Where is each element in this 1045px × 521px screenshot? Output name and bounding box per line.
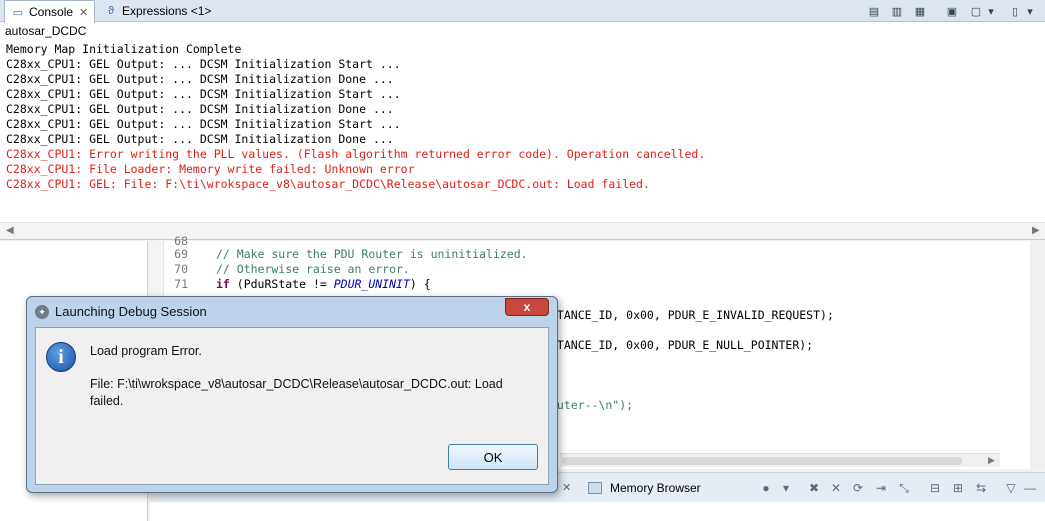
console-tab-bar: ▭ Console ✕ ϑ Expressions <1> ▤ ▥ ▦ ▣ ▢ …	[0, 0, 1045, 23]
tab-expressions-label: Expressions <1>	[122, 4, 212, 18]
line-number: 70	[174, 262, 188, 276]
close-icon[interactable]: ✕	[79, 6, 88, 19]
console-line: C28xx_CPU1: GEL Output: ... DCSM Initial…	[6, 102, 394, 116]
code-fragment: STANCE_ID, 0x00, PDUR_E_INVALID_REQUEST)…	[550, 308, 834, 322]
dialog-title: Launching Debug Session	[55, 304, 207, 319]
code-fragment: outer--\n");	[550, 398, 634, 412]
scroll-right-icon[interactable]: ▶	[1032, 225, 1040, 236]
scroll-lock-icon[interactable]: ▥	[888, 3, 906, 19]
console-line: C28xx_CPU1: GEL Output: ... DCSM Initial…	[6, 87, 401, 101]
close-button[interactable]: x	[505, 298, 549, 316]
code-token: if	[216, 277, 230, 291]
tab-console-label: Console	[29, 5, 74, 19]
console-line: C28xx_CPU1: GEL Output: ... DCSM Initial…	[6, 72, 394, 86]
memory-browser-icon	[588, 482, 602, 494]
scrollbar-thumb[interactable]	[562, 457, 962, 465]
memory-browser-content	[150, 502, 1045, 521]
editor-vertical-scrollbar[interactable]	[1030, 241, 1045, 469]
line-number: 71	[174, 277, 188, 291]
code-token: // Otherwise raise an error.	[216, 262, 410, 276]
ok-button[interactable]: OK	[448, 444, 538, 470]
code-line: // Otherwise raise an error.	[216, 262, 410, 276]
remove-all-icon[interactable]: ✕	[827, 479, 845, 497]
tab-console[interactable]: ▭ Console ✕	[4, 0, 96, 23]
editor-horizontal-scrollbar[interactable]: ▶	[560, 453, 1000, 467]
dialog-detail: File: F:\ti\wrokspace_v8\autosar_DCDC\Re…	[90, 377, 503, 408]
tab-expressions[interactable]: ϑ Expressions <1>	[98, 0, 217, 22]
expressions-icon: ϑ	[107, 5, 114, 17]
console-view: ▭ Console ✕ ϑ Expressions <1> ▤ ▥ ▦ ▣ ▢ …	[0, 0, 1045, 240]
view-menu-icon[interactable]: ▽	[1002, 479, 1020, 497]
word-wrap-icon[interactable]: ▦	[911, 3, 929, 19]
dialog-message: Load program Error.	[90, 344, 202, 358]
console-line: C28xx_CPU1: GEL Output: ... DCSM Initial…	[6, 132, 394, 146]
new-monitor-icon[interactable]: ●	[757, 479, 775, 497]
console-line: Memory Map Initialization Complete	[6, 42, 242, 56]
clear-console-icon[interactable]: ▤	[865, 3, 883, 19]
console-icon: ▭	[12, 6, 24, 19]
tab-memory-browser-label: Memory Browser	[610, 481, 701, 495]
code-fragment: STANCE_ID, 0x00, PDUR_E_NULL_POINTER);	[550, 338, 814, 352]
collapse-icon[interactable]: ⊟	[926, 479, 944, 497]
sync-icon[interactable]: ⇆	[972, 479, 990, 497]
console-name: autosar_DCDC	[5, 24, 87, 38]
scroll-left-icon[interactable]: ◀	[6, 225, 14, 236]
launch-debug-session-dialog: ✦ Launching Debug Session x i Load progr…	[26, 296, 558, 493]
import-icon[interactable]: ⇥	[872, 479, 890, 497]
code-token: ) {	[409, 277, 431, 291]
code-token: (PduRState !=	[229, 277, 334, 291]
remove-icon[interactable]: ✖	[805, 479, 823, 497]
chevron-down-icon[interactable]: ▾	[1021, 3, 1039, 19]
minimize-icon[interactable]: —	[1021, 479, 1039, 497]
expand-icon[interactable]: ⊞	[949, 479, 967, 497]
console-line: C28xx_CPU1: GEL Output: ... DCSM Initial…	[6, 57, 401, 71]
code-token: // Make sure the PDU Router is uninitial…	[216, 247, 528, 261]
tab-memory-browser[interactable]: Memory Browser	[588, 477, 701, 499]
console-output[interactable]: Memory Map Initialization Complete C28xx_…	[6, 42, 1036, 192]
line-number: 69	[174, 247, 188, 261]
scroll-right-icon[interactable]: ▶	[988, 455, 995, 466]
console-error-line: C28xx_CPU1: Error writing the PLL values…	[6, 147, 706, 161]
link-icon[interactable]: ⤡	[895, 479, 913, 497]
dialog-body: i Load program Error. File: F:\ti\wroksp…	[35, 327, 549, 485]
info-icon: i	[46, 342, 76, 372]
app-icon: ✦	[35, 305, 49, 319]
refresh-icon[interactable]: ⟳	[849, 479, 867, 497]
pin-console-icon[interactable]: ▣	[943, 3, 961, 19]
chevron-down-icon[interactable]: ▾	[777, 479, 795, 497]
close-icon[interactable]: ✕	[562, 481, 571, 494]
console-line: C28xx_CPU1: GEL Output: ... DCSM Initial…	[6, 117, 401, 131]
code-line: if (PduRState != PDUR_UNINIT) {	[216, 277, 431, 291]
console-error-line: C28xx_CPU1: File Loader: Memory write fa…	[6, 162, 415, 176]
console-error-line: C28xx_CPU1: GEL: File: F:\ti\wrokspace_v…	[6, 177, 650, 191]
line-number: 68	[174, 234, 188, 248]
chevron-down-icon[interactable]: ▾	[982, 3, 1000, 19]
code-token: PDUR_UNINIT	[333, 277, 410, 291]
code-line: // Make sure the PDU Router is uninitial…	[216, 247, 528, 261]
